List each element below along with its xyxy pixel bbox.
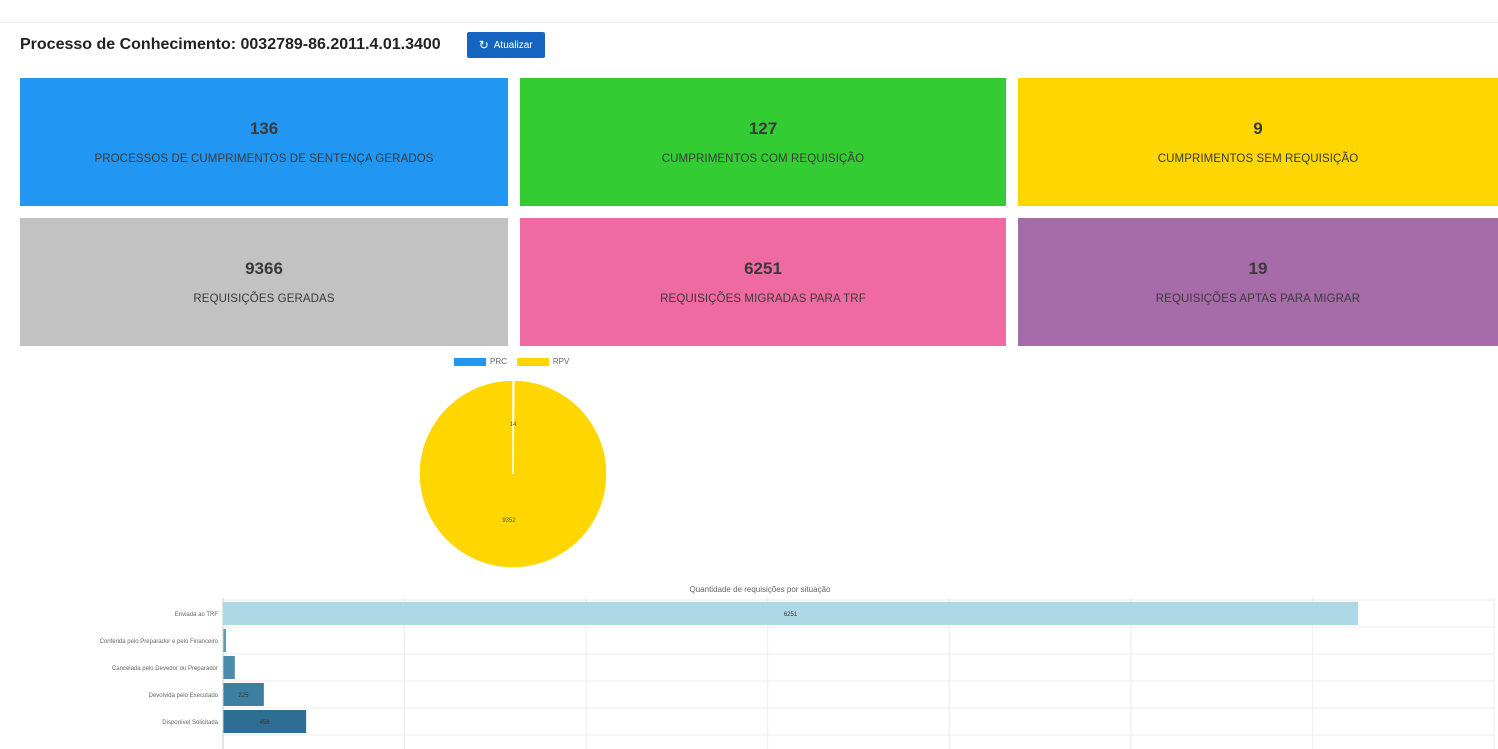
category-label: Conferida pelo Preparador e pelo Finance… xyxy=(100,639,219,645)
summary-card[interactable]: 136 PROCESSOS DE CUMPRIMENTOS DE SENTENÇA… xyxy=(20,78,508,206)
legend-item[interactable]: PRC xyxy=(454,357,507,366)
category-label: Enviada ao TRF xyxy=(175,612,219,618)
data-label: 458 xyxy=(260,720,271,726)
refresh-icon: ↻ xyxy=(478,38,489,52)
refresh-button[interactable]: ↻ Atualizar xyxy=(466,32,545,58)
card-label: REQUISIÇÕES GERADAS xyxy=(193,293,335,305)
bar-chart-title: Quantidade de requisições por situação xyxy=(689,585,831,594)
pie-label: 9352 xyxy=(502,518,516,524)
legend-swatch xyxy=(516,357,549,366)
pie-legend: PRC RPV xyxy=(454,357,569,366)
card-value: 19 xyxy=(1248,259,1268,278)
card-value: 9366 xyxy=(245,259,283,278)
pie-chart: 14 9352 xyxy=(418,379,608,569)
page-title: Processo de Conhecimento: 0032789-86.201… xyxy=(20,36,441,53)
summary-card[interactable]: 6251 REQUISIÇÕES MIGRADAS PARA TRF xyxy=(520,218,1006,346)
card-value: 127 xyxy=(748,119,778,138)
summary-card[interactable]: 19 REQUISIÇÕES APTAS PARA MIGRAR xyxy=(1018,218,1498,346)
refresh-button-label: Atualizar xyxy=(493,39,533,51)
bar xyxy=(223,656,235,679)
page-header: Processo de Conhecimento: 0032789-86.201… xyxy=(20,30,545,60)
bar-chart: Enviada ao TRF 6251 Conferida pelo Prepara… xyxy=(100,598,1495,749)
card-label: REQUISIÇÕES MIGRADAS PARA TRF xyxy=(660,293,866,305)
data-label: 6251 xyxy=(784,612,798,618)
card-label: REQUISIÇÕES APTAS PARA MIGRAR xyxy=(1155,293,1361,305)
card-label: CUMPRIMENTOS SEM REQUISIÇÃO xyxy=(1157,153,1359,165)
summary-card[interactable]: 127 CUMPRIMENTOS COM REQUISIÇÃO xyxy=(520,78,1006,206)
data-label: 225 xyxy=(238,693,249,699)
category-label: Disponível Solicitada xyxy=(162,720,218,726)
card-value: 9 xyxy=(1253,119,1263,138)
pie-slice-rpv xyxy=(418,379,608,569)
legend-label: RPV xyxy=(552,357,570,366)
summary-card[interactable]: 9 CUMPRIMENTOS SEM REQUISIÇÃO xyxy=(1018,78,1498,206)
category-label: Devolvida pelo Executado xyxy=(149,693,219,699)
card-label: PROCESSOS DE CUMPRIMENTOS DE SENTENÇA GE… xyxy=(94,153,434,165)
card-value: 136 xyxy=(249,119,279,138)
card-value: 6251 xyxy=(744,259,782,278)
pie-label: 14 xyxy=(510,422,517,428)
category-label: Cancelada pelo Devedor ou Preparador xyxy=(112,666,218,672)
legend-swatch xyxy=(454,357,486,366)
summary-card[interactable]: 9366 REQUISIÇÕES GERADAS xyxy=(20,218,508,346)
legend-item[interactable]: RPV xyxy=(516,357,570,366)
card-label: CUMPRIMENTOS COM REQUISIÇÃO xyxy=(661,153,865,165)
legend-label: PRC xyxy=(490,357,507,366)
top-divider xyxy=(0,22,1498,23)
